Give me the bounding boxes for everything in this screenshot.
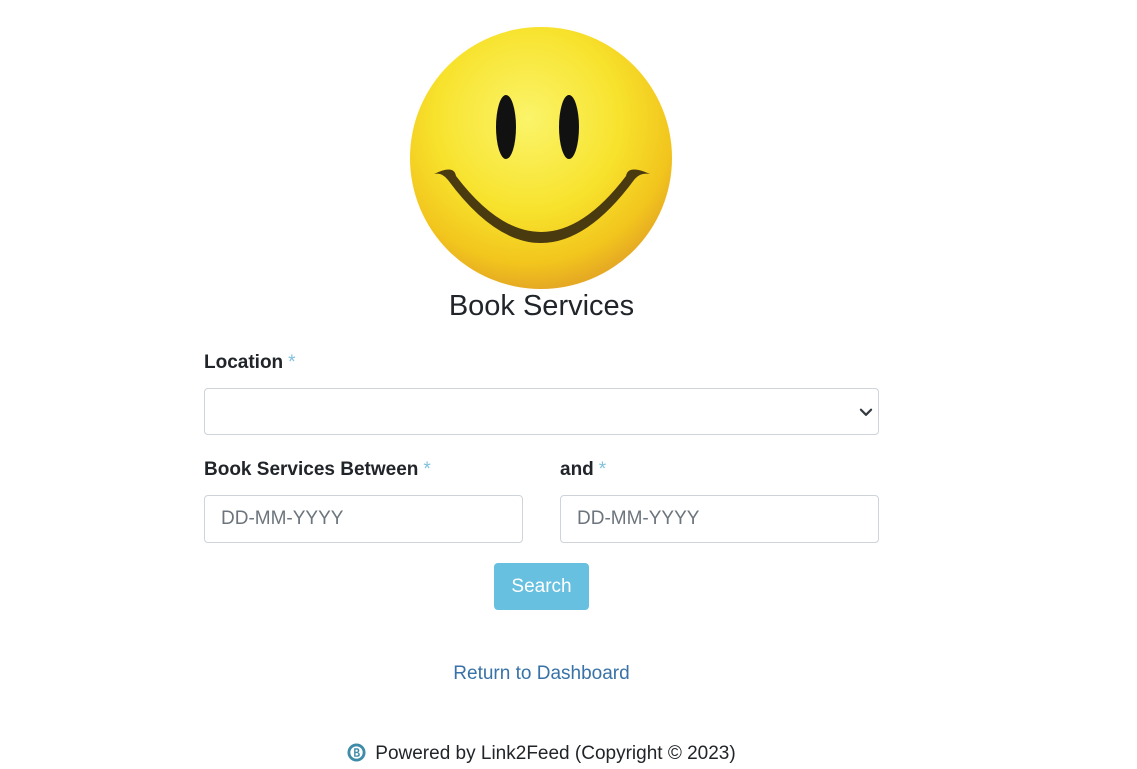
required-marker: * [288, 352, 296, 373]
location-label-text: Location [204, 352, 284, 373]
smiley-face-icon [406, 24, 676, 294]
end-date-input[interactable] [560, 495, 879, 543]
start-date-input[interactable] [204, 495, 523, 543]
return-to-dashboard-link[interactable]: Return to Dashboard [0, 663, 1083, 685]
location-label: Location * [204, 352, 296, 374]
footer-text: Powered by Link2Feed (Copyright © 2023) [375, 743, 736, 764]
link2feed-logo-icon [347, 743, 366, 762]
book-services-page: Book Services Location * Book Services Be… [0, 0, 1137, 769]
chevron-down-icon [859, 408, 873, 416]
footer: Powered by Link2Feed (Copyright © 2023) [0, 743, 1083, 765]
page-title: Book Services [448, 290, 635, 322]
between-label-text: Book Services Between [204, 459, 419, 480]
required-marker: * [423, 459, 431, 480]
between-label: Book Services Between * [204, 459, 431, 481]
and-label-text: and [560, 459, 594, 480]
required-marker: * [598, 459, 607, 480]
and-label: and * [560, 459, 606, 481]
location-select[interactable] [204, 388, 879, 435]
search-button[interactable]: Search [494, 563, 589, 610]
